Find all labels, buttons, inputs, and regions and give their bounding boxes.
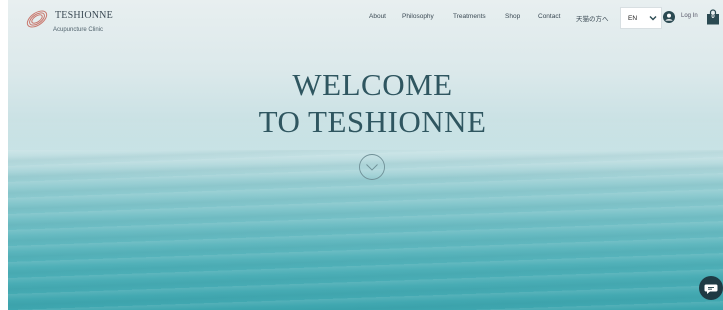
hero-title: WELCOME TO TESHIONNE <box>240 66 505 140</box>
language-value: EN <box>628 15 638 22</box>
nav-item-shop[interactable]: Shop <box>505 13 520 20</box>
site-header: TESHIONNE Acupuncture Clinic About Philo… <box>0 0 723 40</box>
user-avatar-icon[interactable] <box>663 11 675 23</box>
language-select[interactable]: EN <box>620 7 662 29</box>
nav-item-about[interactable]: About <box>369 13 386 20</box>
logo-icon[interactable] <box>24 6 50 32</box>
cart-count-badge: 0 <box>711 14 715 20</box>
chat-button[interactable] <box>699 276 723 300</box>
chevron-down-icon <box>649 16 657 21</box>
hero-title-line-1: WELCOME <box>292 67 453 102</box>
login-link[interactable]: Log In <box>681 13 698 19</box>
nav-item-philosophy[interactable]: Philosophy <box>402 13 434 20</box>
scroll-down-button[interactable] <box>358 153 386 181</box>
nav-item-treatments[interactable]: Treatments <box>453 13 486 20</box>
hero-title-line-2: TO TESHIONNE <box>258 104 487 139</box>
brand-name[interactable]: TESHIONNE <box>55 10 113 21</box>
page: TESHIONNE Acupuncture Clinic About Philo… <box>0 0 723 310</box>
nav-item-contact[interactable]: Contact <box>538 13 560 20</box>
brand-subtitle: Acupuncture Clinic <box>53 27 104 33</box>
nav-item-tmall[interactable]: 天猫の方へ <box>576 13 609 23</box>
